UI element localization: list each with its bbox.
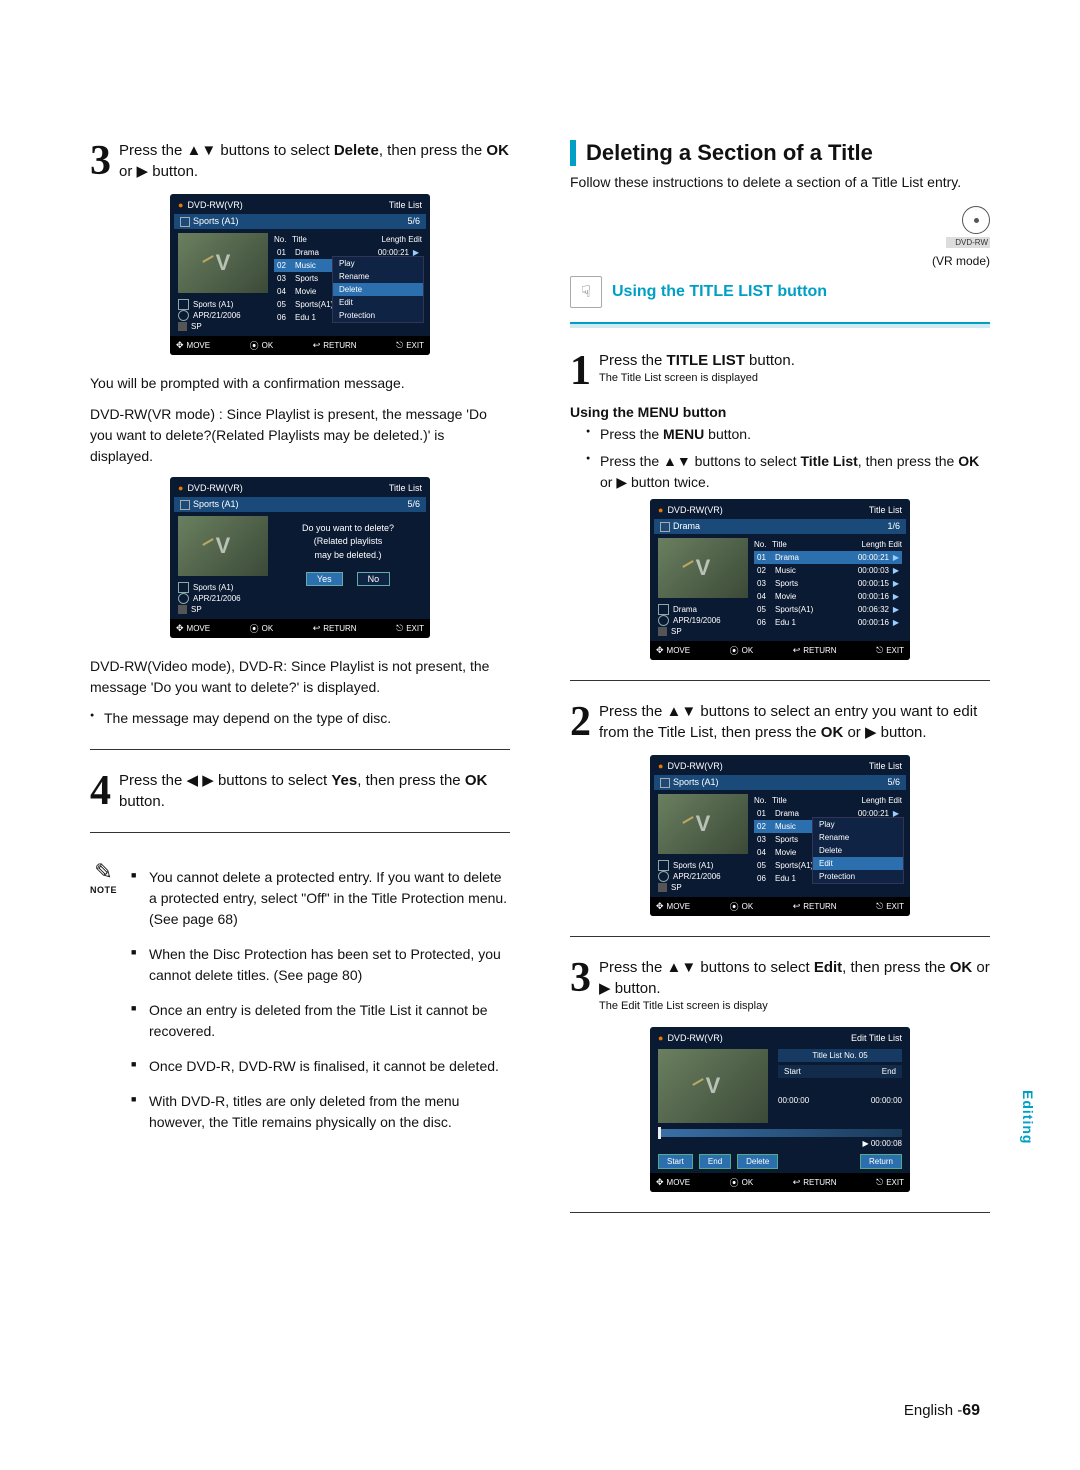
end-button[interactable]: End [699, 1154, 731, 1169]
note-icon: ✎ [90, 859, 117, 885]
step-3: 3 Press the ▲▼ buttons to select Delete,… [90, 140, 510, 182]
return-button[interactable]: Return [860, 1154, 902, 1169]
yes-button[interactable]: Yes [306, 572, 343, 586]
right-column: Deleting a Section of a Title Follow the… [570, 140, 990, 1233]
remote-icon: ☟ [570, 276, 602, 308]
right-step-2: 2 Press the ▲▼ buttons to select an entr… [570, 701, 990, 743]
delete-button[interactable]: Delete [737, 1154, 778, 1169]
start-button[interactable]: Start [658, 1154, 693, 1169]
step-text: Press the ▲▼ buttons to select Delete, t… [119, 140, 510, 182]
disc-icon [962, 206, 990, 234]
confirm-text-2: DVD-RW(VR mode) : Since Playlist is pres… [90, 404, 510, 467]
side-tab: Editing [1020, 1090, 1036, 1144]
note-block: ✎ NOTE You cannot delete a protected ent… [90, 859, 510, 1147]
thumbnail: V [178, 233, 268, 293]
left-column: 3 Press the ▲▼ buttons to select Delete,… [90, 140, 510, 1233]
edit-title-list-panel: ●DVD-RW(VR)Edit Title List V Title List … [650, 1027, 910, 1192]
step-number: 3 [90, 140, 111, 182]
context-menu[interactable]: Play Rename Delete Edit Protection [332, 256, 424, 323]
title-list-panel-edit: ●DVD-RW(VR)Title List Sports (A1)5/6 V S… [650, 755, 910, 916]
no-button[interactable]: No [357, 572, 391, 586]
subsection-heading: ☟ Using the TITLE LIST button [570, 276, 990, 308]
step-4: 4 Press the ◀ ▶ buttons to select Yes, t… [90, 770, 510, 812]
timeline[interactable] [658, 1129, 902, 1137]
delete-dialog-panel: ●DVD-RW(VR)Title List Sports (A1)5/6 V S… [170, 477, 430, 638]
context-menu-edit[interactable]: Play Rename Delete Edit Protection [812, 817, 904, 884]
title-list-panel-1: ●DVD-RW(VR)Title List Drama1/6 V Drama A… [650, 499, 910, 660]
section-heading: Deleting a Section of a Title [570, 140, 990, 166]
page-footer: English -69 [904, 1402, 980, 1420]
confirm-text-1: You will be prompted with a confirmation… [90, 373, 510, 394]
right-step-3: 3 Press the ▲▼ buttons to select Edit, t… [570, 957, 990, 1014]
right-step-1: 1 Press the TITLE LIST button. The Title… [570, 350, 990, 392]
type-note: The message may depend on the type of di… [90, 708, 510, 729]
title-list-panel-delete: ●DVD-RW(VR)Title List Sports (A1)5/6 V S… [170, 194, 430, 355]
confirm-text-3: DVD-RW(Video mode), DVD-R: Since Playlis… [90, 656, 510, 698]
